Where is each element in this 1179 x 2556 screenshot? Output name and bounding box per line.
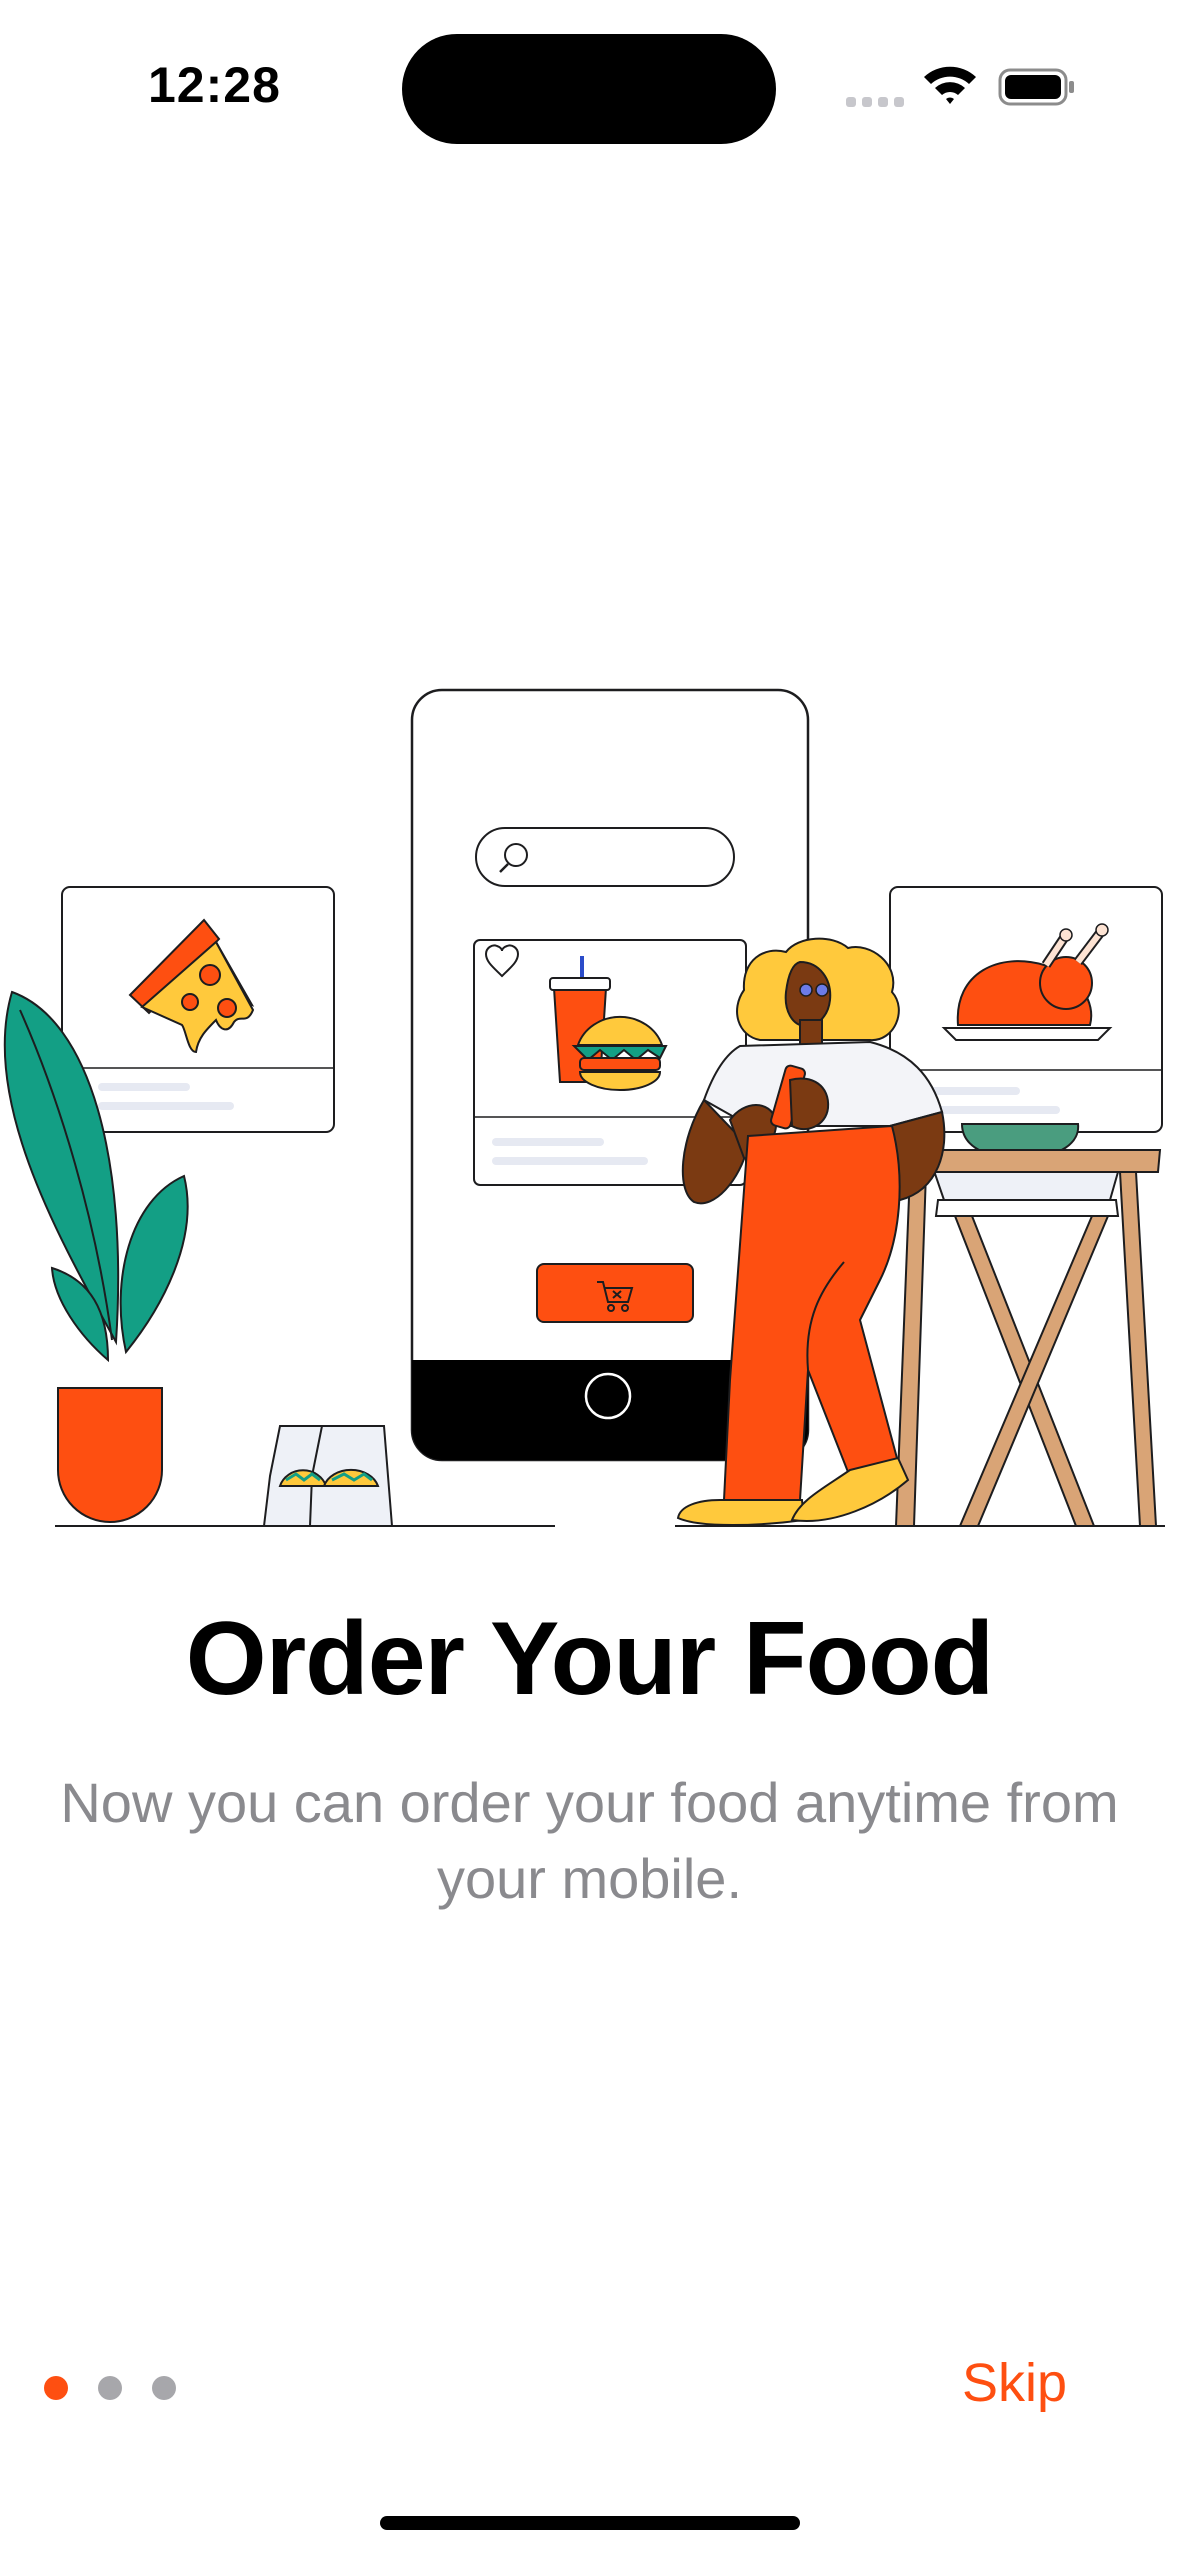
food-order-illustration [3, 688, 1165, 1527]
pizza-card [61, 886, 335, 1133]
battery-icon [998, 68, 1074, 106]
onboarding-subtitle: Now you can order your food anytime from… [60, 1771, 1119, 1910]
wifi-icon [924, 66, 976, 104]
cellular-signal-icon [846, 97, 904, 107]
home-indicator[interactable] [380, 2516, 800, 2530]
skip-button[interactable]: Skip [962, 2352, 1067, 2414]
taco-bag-icon [262, 1425, 394, 1527]
page-dot-1[interactable] [44, 2376, 68, 2400]
onboarding-title: Order Your Food [185, 1601, 994, 1717]
page-dot-3[interactable] [152, 2376, 176, 2400]
page-indicator [44, 2376, 176, 2404]
page-dot-2[interactable] [98, 2376, 122, 2400]
dynamic-island [402, 34, 776, 144]
status-bar: 12:28 [0, 0, 1179, 180]
status-time: 12:28 [148, 57, 281, 113]
table-icon [886, 1123, 1162, 1527]
